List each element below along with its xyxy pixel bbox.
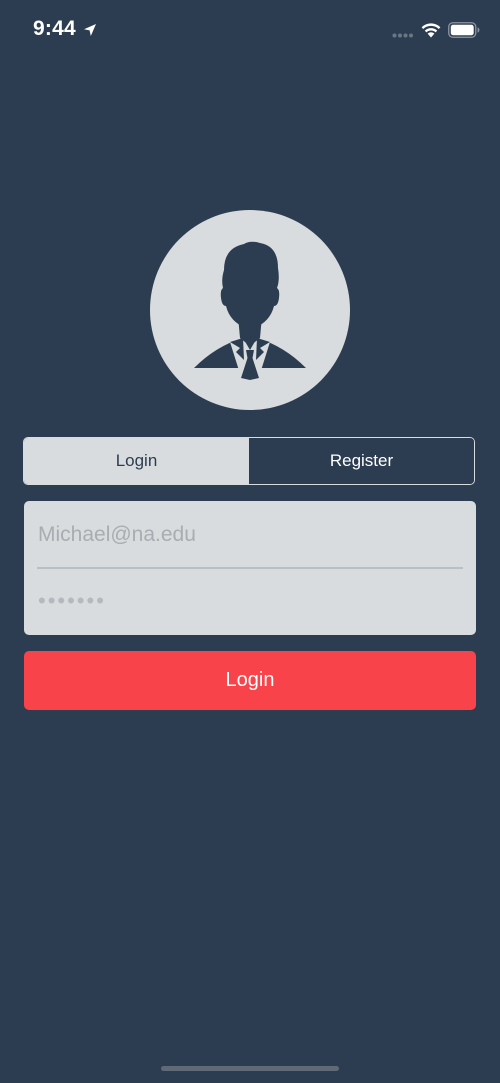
login-button-label: Login <box>225 669 275 691</box>
field-divider <box>37 567 463 569</box>
tab-login[interactable]: Login <box>24 438 249 484</box>
email-field[interactable] <box>38 517 462 553</box>
battery-icon <box>448 22 480 38</box>
wifi-icon <box>421 23 441 38</box>
avatar <box>150 210 350 410</box>
tab-register[interactable]: Register <box>249 438 474 484</box>
cellular-signal-icon <box>392 33 413 38</box>
password-field[interactable] <box>38 585 462 617</box>
tab-login-label: Login <box>115 451 158 470</box>
login-button[interactable]: Login <box>24 651 476 710</box>
status-bar: 9:44 <box>0 0 500 60</box>
login-form <box>24 501 476 635</box>
status-time: 9:44 <box>33 17 76 40</box>
user-silhouette-icon <box>194 241 306 380</box>
auth-mode-segmented-control: Login Register <box>23 437 475 485</box>
location-arrow-icon <box>84 24 96 36</box>
home-indicator[interactable] <box>161 1066 339 1071</box>
tab-register-label: Register <box>329 451 394 470</box>
